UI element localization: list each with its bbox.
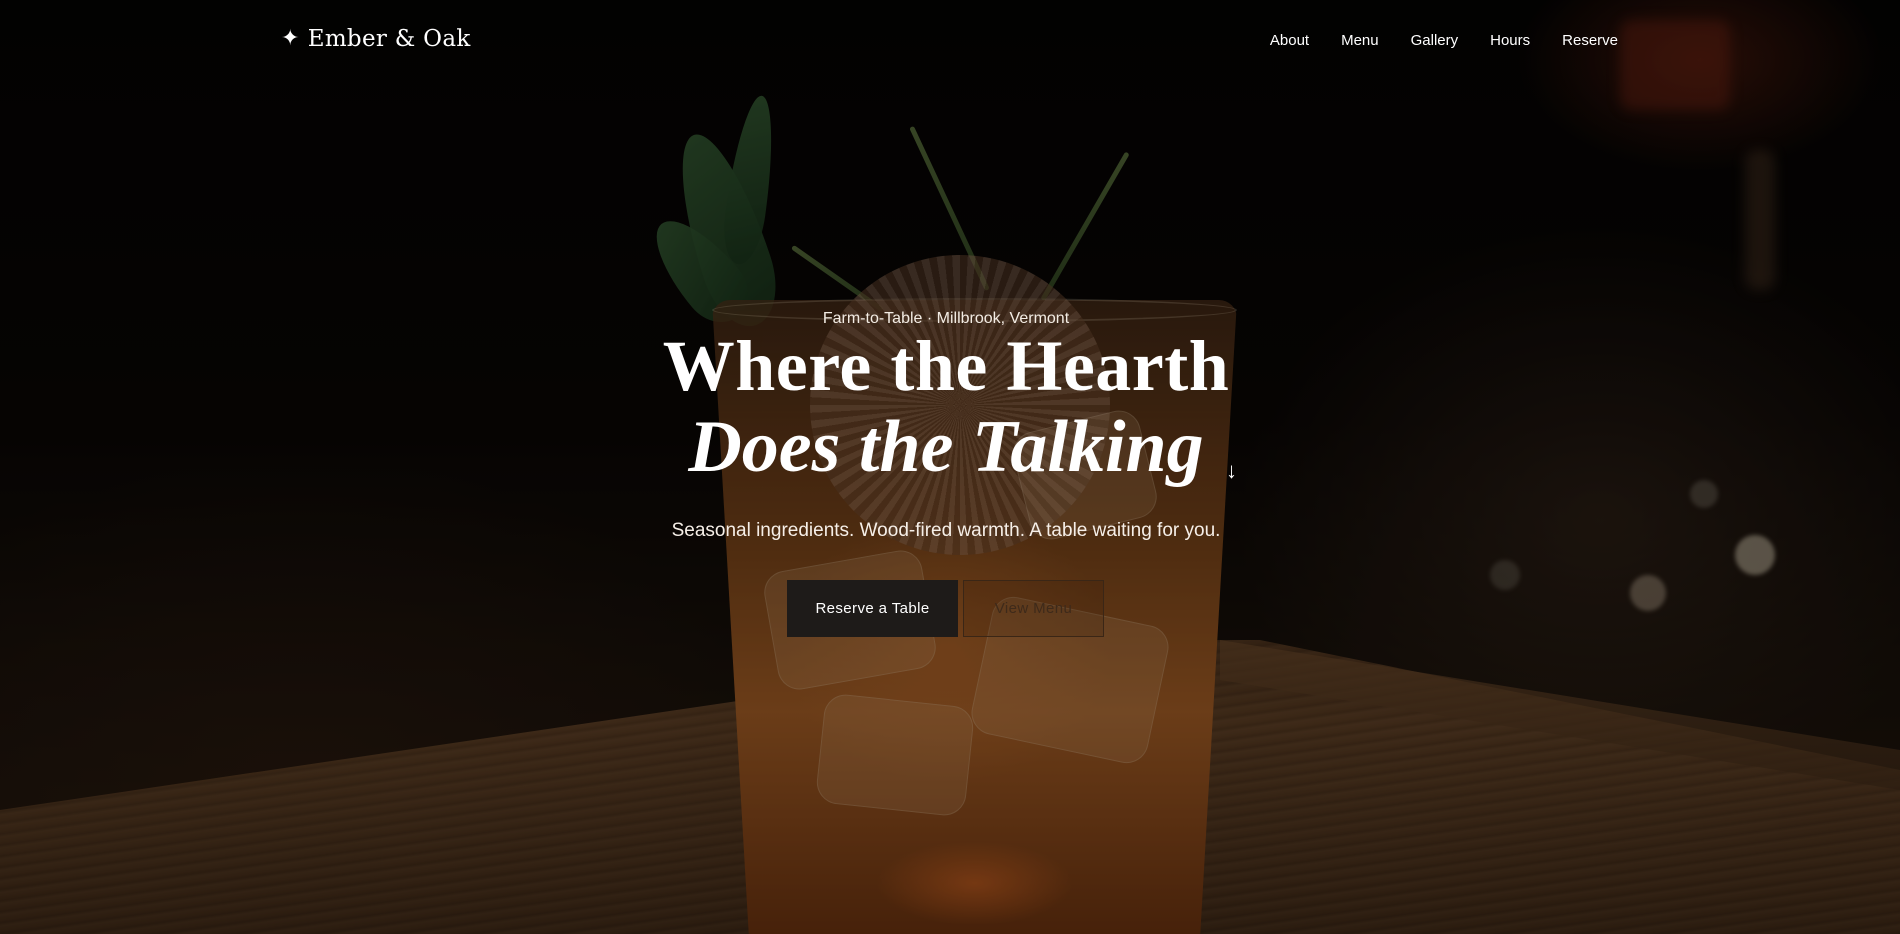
- sparkle-icon: ✦: [281, 26, 300, 51]
- nav-link-reserve[interactable]: Reserve: [1562, 32, 1618, 49]
- nav-link-gallery[interactable]: Gallery: [1411, 32, 1459, 49]
- brand-name: Ember & Oak: [307, 26, 471, 52]
- headline-line-1: Where the Hearth: [662, 326, 1230, 406]
- reserve-table-button[interactable]: Reserve a Table: [787, 580, 958, 637]
- nav-link-about[interactable]: About: [1270, 32, 1309, 49]
- brand-logo[interactable]: ✦ Ember & Oak: [281, 26, 471, 52]
- nav-link-menu[interactable]: Menu: [1341, 32, 1379, 49]
- view-menu-button[interactable]: View Menu: [963, 580, 1104, 637]
- nav-link-hours[interactable]: Hours: [1490, 32, 1530, 49]
- main-nav: About Menu Gallery Hours Reserve: [1270, 32, 1618, 49]
- headline-line-2: Does the Talking: [688, 406, 1204, 488]
- arrow-down-icon[interactable]: ↓: [1226, 458, 1237, 484]
- site-header: ✦ Ember & Oak About Menu Gallery Hours R…: [0, 0, 1900, 88]
- hero-section: ✦ Ember & Oak About Menu Gallery Hours R…: [0, 0, 1900, 934]
- hero-cta-group: Reserve a Table View Menu: [787, 580, 1104, 637]
- hero-tagline: Seasonal ingredients. Wood-fired warmth.…: [671, 520, 1221, 541]
- hero-headline: Where the Hearth Does the Talking: [0, 330, 1892, 484]
